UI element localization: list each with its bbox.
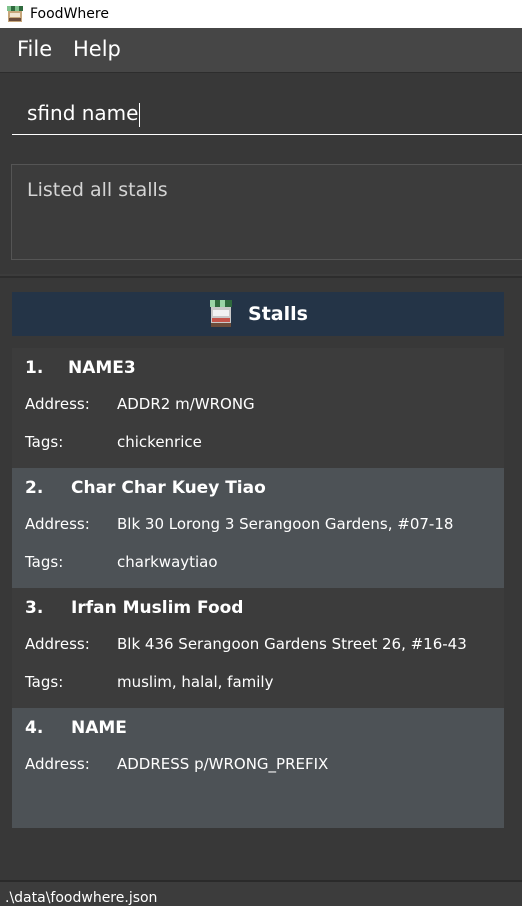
stall-address: Blk 30 Lorong 3 Serangoon Gardens, #07-1… xyxy=(117,515,454,533)
address-label: Address: xyxy=(25,635,90,653)
result-area: Listed all stalls xyxy=(0,153,522,274)
stall-tags: muslim, halal, family xyxy=(117,673,274,691)
stall-list-panel: Stalls 1. NAME3 Address: ADDR2 m/WRONG T… xyxy=(0,276,522,882)
stall-tags: chickenrice xyxy=(117,433,202,451)
result-display: Listed all stalls xyxy=(11,164,522,260)
stall-address: Blk 436 Serangoon Gardens Street 26, #16… xyxy=(117,635,467,653)
list-item[interactable]: 4. NAME Address: ADDRESS p/WRONG_PREFIX xyxy=(12,708,504,828)
address-label: Address: xyxy=(25,515,90,533)
menu-bar: File Help xyxy=(0,28,522,73)
tags-label: Tags: xyxy=(25,673,64,691)
stall-index: 4. xyxy=(25,718,44,738)
window-title: FoodWhere xyxy=(30,6,109,22)
stall-list-title: Stalls xyxy=(248,303,308,325)
stall-tags: charkwaytiao xyxy=(117,553,218,571)
address-label: Address: xyxy=(25,755,90,773)
address-label: Address: xyxy=(25,395,90,413)
menu-file[interactable]: File xyxy=(17,37,52,61)
stall-name: NAME xyxy=(71,718,127,738)
list-item[interactable]: 2. Char Char Kuey Tiao Address: Blk 30 L… xyxy=(12,468,504,588)
stall-index: 1. xyxy=(25,358,44,378)
stall-list-header: Stalls xyxy=(12,292,504,336)
stall-address: ADDR2 m/WRONG xyxy=(117,395,255,413)
command-input[interactable]: sfind name xyxy=(12,91,522,135)
command-area: sfind name xyxy=(0,73,522,153)
status-bar: .\data\foodwhere.json xyxy=(0,880,522,906)
command-text: sfind name xyxy=(27,101,139,125)
stall-name: NAME3 xyxy=(68,358,136,378)
tags-label: Tags: xyxy=(25,433,64,451)
stall-index: 3. xyxy=(25,598,44,618)
stall-index: 2. xyxy=(25,478,44,498)
list-item[interactable]: 3. Irfan Muslim Food Address: Blk 436 Se… xyxy=(12,588,504,708)
list-item[interactable]: 1. NAME3 Address: ADDR2 m/WRONG Tags: ch… xyxy=(12,348,504,468)
title-bar: FoodWhere xyxy=(0,0,522,28)
stall-icon xyxy=(210,300,233,327)
stall-icon xyxy=(7,6,23,22)
menu-help[interactable]: Help xyxy=(73,37,121,61)
tags-label: Tags: xyxy=(25,553,64,571)
stall-address: ADDRESS p/WRONG_PREFIX xyxy=(117,755,329,773)
stall-name: Irfan Muslim Food xyxy=(71,598,244,618)
stall-name: Char Char Kuey Tiao xyxy=(71,478,266,498)
result-message: Listed all stalls xyxy=(27,179,168,201)
data-file-path: .\data\foodwhere.json xyxy=(5,890,158,906)
text-cursor xyxy=(139,102,141,127)
